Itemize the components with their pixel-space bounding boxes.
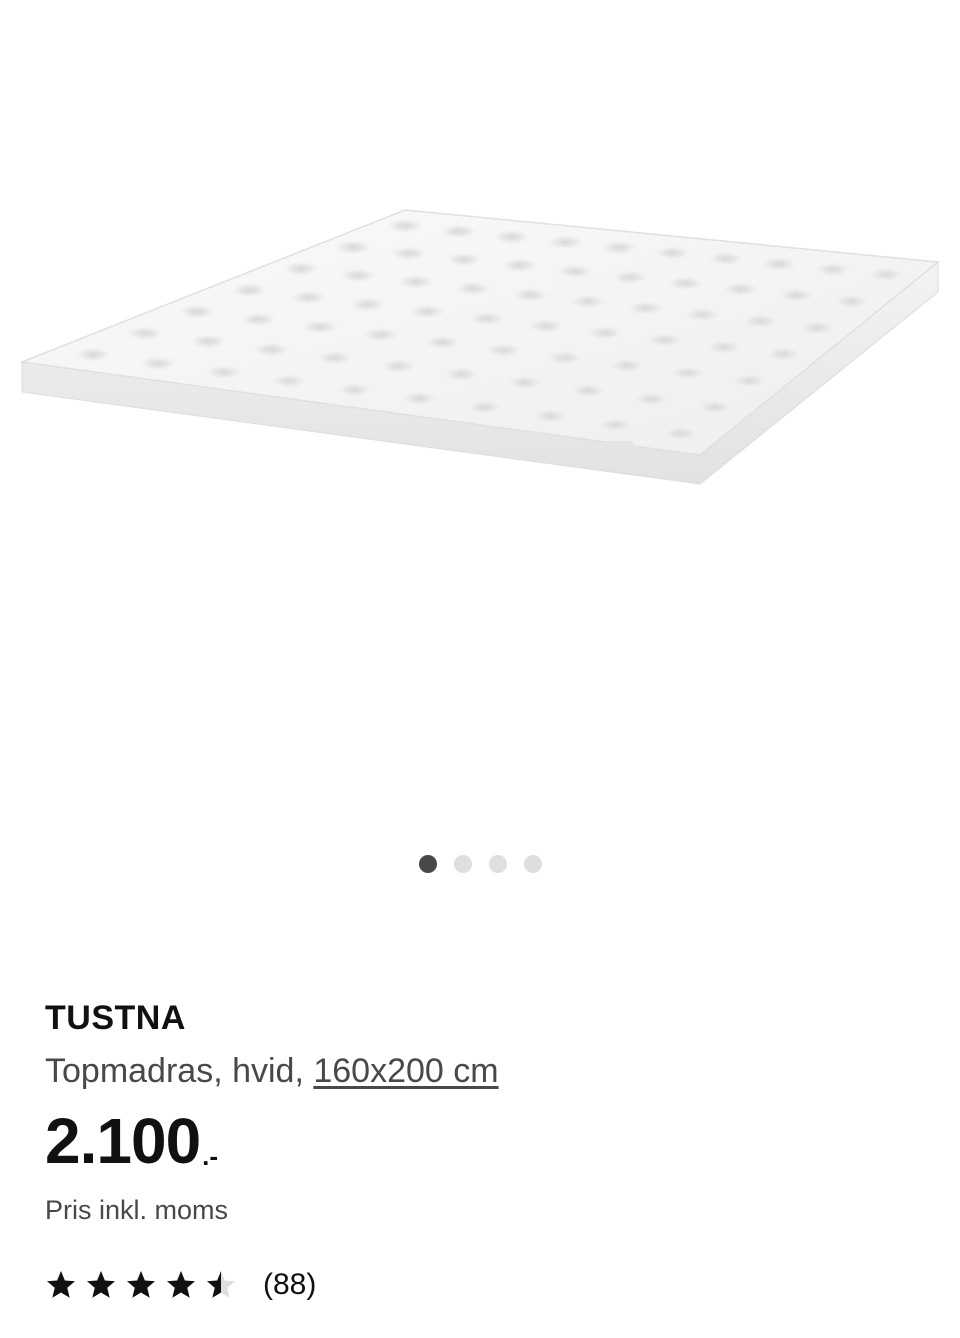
- mattress-tuft: [665, 275, 706, 292]
- mattress-tuft: [441, 366, 482, 383]
- mattress-tuft: [530, 408, 571, 425]
- mattress-tuft: [288, 289, 329, 306]
- star-icon: [207, 1271, 235, 1298]
- mattress-tuft: [610, 269, 651, 286]
- mattress-tuft: [525, 317, 566, 334]
- mattress-tuft: [299, 319, 340, 335]
- mattress-tuft: [682, 306, 723, 323]
- carousel-dot-2[interactable]: [453, 855, 472, 873]
- price-value: 2.100: [45, 1105, 201, 1177]
- mattress-tuft: [177, 303, 218, 320]
- mattress-tuft: [705, 250, 746, 267]
- carousel-dot-4[interactable]: [523, 855, 542, 873]
- mattress-tuft: [667, 365, 708, 381]
- mattress-tuft: [499, 257, 540, 274]
- mattress-tuft: [483, 342, 524, 358]
- size-link[interactable]: 160x200 cm: [313, 1052, 498, 1090]
- mattress-tuft: [238, 311, 279, 328]
- rating-stars: [45, 1269, 237, 1301]
- mattress-tuft: [338, 267, 379, 284]
- mattress-tuft: [595, 416, 636, 433]
- mattress-tuft: [866, 266, 907, 283]
- mattress-tuft: [776, 287, 817, 304]
- mattress-tuft: [606, 357, 647, 374]
- mattress-tuft: [361, 326, 402, 343]
- mattress-tuft: [188, 333, 229, 350]
- mattress-tuft: [378, 358, 419, 375]
- mattress-tuft: [812, 261, 853, 278]
- mattress-tuft: [625, 300, 666, 317]
- mattress-tuft: [660, 425, 701, 442]
- mattress-tuft: [203, 364, 244, 381]
- mattress-tuft: [422, 334, 463, 351]
- mattress-tuft: [721, 281, 761, 298]
- mattress-tuft: [652, 245, 693, 262]
- mattress-tuft: [568, 382, 609, 399]
- price: 2.100 .-: [45, 1109, 915, 1173]
- mattress-tuft: [644, 332, 685, 348]
- mattress-tuft: [510, 287, 551, 303]
- star-icon: [127, 1271, 155, 1298]
- mattress-tuft: [388, 245, 429, 262]
- mattress-tuft: [545, 234, 586, 251]
- star-icon: [47, 1271, 75, 1298]
- mattress-tuft: [229, 282, 270, 299]
- price-suffix: .-: [202, 1141, 219, 1171]
- mattress-tuft: [585, 324, 626, 341]
- carousel-dot-1[interactable]: [418, 855, 437, 873]
- mattress-tuft: [333, 239, 374, 256]
- image-carousel-dots: [0, 855, 960, 873]
- product-image[interactable]: [0, 0, 960, 820]
- carousel-dot-3[interactable]: [488, 855, 507, 873]
- mattress-tuft: [125, 325, 166, 342]
- mattress-tuft: [763, 346, 804, 363]
- mattress-tuft: [251, 341, 292, 358]
- product-description: Topmadras, hvid, 160x200 cm: [45, 1049, 915, 1093]
- mattress-tuft: [281, 260, 322, 277]
- mattress-tuft: [395, 273, 436, 290]
- star-icon: [167, 1271, 195, 1298]
- mattress-tuft: [315, 349, 355, 366]
- mattress-tuft: [797, 319, 838, 336]
- mattress-tuft: [694, 399, 735, 416]
- mattress-tuft: [492, 228, 532, 245]
- product-name: TUSTNA: [45, 999, 186, 1037]
- price-note: Pris inkl. moms: [45, 1195, 229, 1225]
- mattress-tuft: [554, 263, 595, 280]
- mattress-tuft: [704, 339, 744, 356]
- mattress-tuft: [631, 391, 672, 407]
- mattress-tuft: [385, 217, 426, 234]
- mattress-tuft: [831, 293, 872, 310]
- mattress-tuft: [568, 293, 609, 310]
- mattress-tuft: [464, 399, 505, 416]
- mattress-tuft: [740, 313, 781, 330]
- product-description-text: Topmadras, hvid,: [45, 1052, 314, 1090]
- mattress-tuft: [347, 296, 388, 313]
- mattress-tuft: [399, 390, 440, 407]
- mattress-tuft: [598, 239, 639, 256]
- mattress-tuft: [73, 346, 114, 363]
- mattress-tuft: [407, 303, 448, 320]
- mattress-tuft: [453, 280, 494, 297]
- mattress-tuft: [444, 251, 484, 268]
- mattress-tuft: [334, 381, 375, 398]
- mattress-tuft: [729, 372, 770, 389]
- product-info: TUSTNA Topmadras, hvid, 160x200 cm 2.100…: [45, 996, 915, 1302]
- mattress-tuft: [505, 374, 545, 391]
- review-count[interactable]: (88): [263, 1268, 316, 1302]
- mattress-tuft: [466, 310, 507, 327]
- mattress-tuft: [268, 373, 309, 389]
- star-icon: [87, 1271, 115, 1298]
- mattress-tuft: [438, 223, 479, 240]
- mattress-tuft: [759, 256, 800, 272]
- rating[interactable]: (88): [45, 1268, 915, 1302]
- mattress-tuft: [138, 355, 179, 372]
- mattress-tuft: [545, 349, 586, 366]
